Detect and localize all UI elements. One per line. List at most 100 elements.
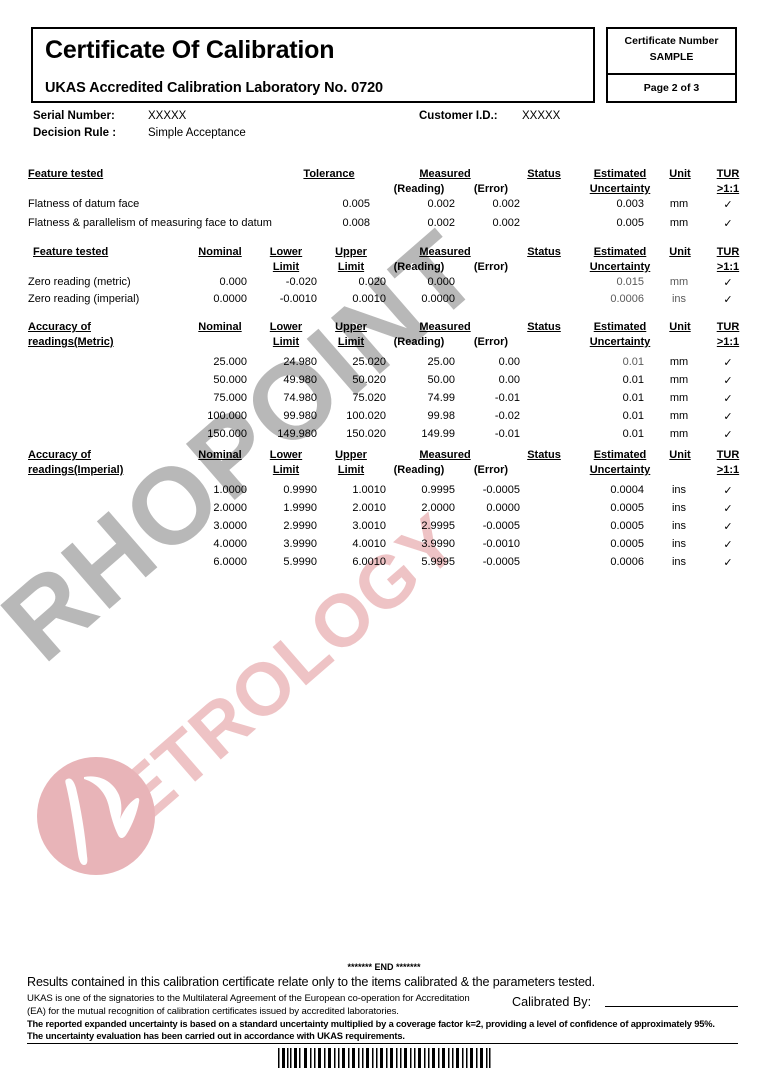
col-header-unit: Unit — [669, 246, 691, 258]
col-header-error: (Error) — [473, 183, 509, 195]
reading-value: 74.99 — [427, 392, 455, 404]
col-header-status: Status — [527, 168, 561, 180]
col-header-measured: Measured — [419, 449, 471, 461]
section-flatness: Feature tested Tolerance Measured Status… — [0, 168, 768, 236]
error-value: -0.0005 — [482, 520, 520, 532]
barcode — [0, 1048, 768, 1073]
nominal-value: 4.0000 — [213, 538, 247, 550]
error-value: 0.002 — [492, 198, 520, 210]
serial-number-row: Serial Number: XXXXX Customer I.D.: XXXX… — [33, 110, 733, 127]
metric-header-row-1: Accuracy of Nominal Lower Upper Measured… — [0, 321, 768, 336]
accreditation-subtitle: UKAS Accredited Calibration Laboratory N… — [45, 80, 384, 97]
col-header-upper: Upper — [335, 449, 367, 461]
feature-name: Zero reading (metric) — [28, 276, 131, 288]
uncertainty-value: 0.01 — [622, 374, 644, 386]
serial-number-value: XXXXX — [148, 110, 187, 122]
col-header-reading: (Reading) — [393, 336, 445, 348]
col-header-tur-ratio: >1:1 — [716, 183, 740, 195]
col-header-tur-ratio: >1:1 — [716, 464, 740, 476]
lower-limit-value: -0.020 — [285, 276, 317, 288]
table-row: 4.0000 3.9990 4.0010 3.9990 -0.0010 0.00… — [0, 538, 768, 556]
unit-value: ins — [671, 502, 687, 514]
uncertainty-value: 0.0004 — [610, 484, 644, 496]
col-header-nominal: Nominal — [198, 246, 242, 258]
error-value: -0.02 — [494, 410, 520, 422]
lower-limit-value: 1.9990 — [283, 502, 317, 514]
error-value: -0.01 — [494, 392, 520, 404]
table-row: 150.000 149.980 150.020 149.99 -0.01 0.0… — [0, 428, 768, 446]
tur-checkmark-icon: ✓ — [723, 411, 733, 423]
error-value: -0.0010 — [482, 538, 520, 550]
upper-limit-value: 100.020 — [346, 410, 386, 422]
col-header-uncertainty: Uncertainty — [589, 336, 651, 348]
tur-checkmark-icon: ✓ — [723, 357, 733, 369]
col-header-uncertainty: Uncertainty — [589, 183, 651, 195]
col-header-tolerance: Tolerance — [303, 168, 355, 180]
unit-value: ins — [671, 520, 687, 532]
page-title: Certificate Of Calibration — [45, 36, 335, 64]
upper-limit-value: 0.020 — [358, 276, 386, 288]
footer-ukas-line-1: UKAS is one of the signatories to the Mu… — [27, 993, 470, 1004]
feature-name: Zero reading (imperial) — [28, 293, 140, 305]
reading-value: 149.99 — [421, 428, 455, 440]
nominal-value: 50.000 — [213, 374, 247, 386]
col-header-estimated: Estimated — [593, 321, 647, 333]
reading-value: 0.9995 — [421, 484, 455, 496]
nominal-value: 3.0000 — [213, 520, 247, 532]
table-row: 100.000 99.980 100.020 99.98 -0.02 0.01 … — [0, 410, 768, 428]
col-header-upper: Upper — [335, 246, 367, 258]
col-header-lower: Lower — [269, 449, 303, 461]
col-header-tur-ratio: >1:1 — [716, 336, 740, 348]
unit-value: mm — [669, 392, 689, 404]
end-marker: ******* END ******* — [347, 962, 421, 972]
table-row: 6.0000 5.9990 6.0010 5.9995 -0.0005 0.00… — [0, 556, 768, 574]
col-header-feature: Feature tested — [33, 246, 109, 258]
error-value: -0.0005 — [482, 556, 520, 568]
upper-limit-value: 25.020 — [352, 356, 386, 368]
certificate-number-top: Certificate Number SAMPLE — [608, 29, 735, 75]
zero-header-row-1: Feature tested Nominal Lower Upper Measu… — [0, 246, 768, 261]
error-value: 0.00 — [498, 374, 520, 386]
lower-limit-value: 5.9990 — [283, 556, 317, 568]
col-header-uncertainty: Uncertainty — [589, 464, 651, 476]
certificate-number-value: SAMPLE — [649, 51, 694, 64]
uncertainty-value: 0.0005 — [610, 520, 644, 532]
col-header-uncertainty: Uncertainty — [589, 261, 651, 273]
footer-evaluation-statement: The uncertainty evaluation has been carr… — [27, 1031, 405, 1041]
section-title-metric-line2: readings(Metric) — [28, 336, 114, 348]
reading-value: 0.0000 — [421, 293, 455, 305]
table-row: 3.0000 2.9990 3.0010 2.9995 -0.0005 0.00… — [0, 520, 768, 538]
uncertainty-value: 0.005 — [616, 217, 644, 229]
col-header-unit: Unit — [669, 449, 691, 461]
reading-value: 2.9995 — [421, 520, 455, 532]
nominal-value: 2.0000 — [213, 502, 247, 514]
tur-checkmark-icon: ✓ — [723, 375, 733, 387]
uncertainty-value: 0.01 — [622, 428, 644, 440]
serial-number-label: Serial Number: — [33, 110, 115, 122]
tolerance-value: 0.005 — [342, 198, 370, 210]
reading-value: 3.9990 — [421, 538, 455, 550]
lower-limit-value: 24.980 — [283, 356, 317, 368]
decision-rule-label: Decision Rule : — [33, 127, 117, 139]
footer-ukas-line-2: (EA) for the mutual recognition of calib… — [27, 1006, 399, 1017]
lower-limit-value: 3.9990 — [283, 538, 317, 550]
col-header-status: Status — [527, 321, 561, 333]
col-header-nominal: Nominal — [198, 449, 242, 461]
feature-name: Flatness of datum face — [28, 198, 140, 210]
uncertainty-value: 0.01 — [622, 356, 644, 368]
tur-checkmark-icon: ✓ — [723, 294, 733, 306]
reading-value: 0.002 — [427, 198, 455, 210]
table-row: Zero reading (metric) 0.000 -0.020 0.020… — [0, 276, 768, 293]
table-row: 75.000 74.980 75.020 74.99 -0.01 0.01 mm… — [0, 392, 768, 410]
col-header-measured: Measured — [419, 168, 471, 180]
tur-checkmark-icon: ✓ — [723, 393, 733, 405]
lower-limit-value: 74.980 — [283, 392, 317, 404]
feature-name: Flatness & parallelism of measuring face… — [28, 217, 272, 229]
col-header-unit: Unit — [669, 321, 691, 333]
col-header-error: (Error) — [473, 261, 509, 273]
footer-results-statement: Results contained in this calibration ce… — [27, 975, 596, 989]
certificate-number-label: Certificate Number — [624, 35, 719, 47]
certificate-content: Certificate Of Calibration UKAS Accredit… — [0, 0, 768, 1087]
unit-value: ins — [671, 293, 687, 305]
col-header-estimated: Estimated — [593, 168, 647, 180]
